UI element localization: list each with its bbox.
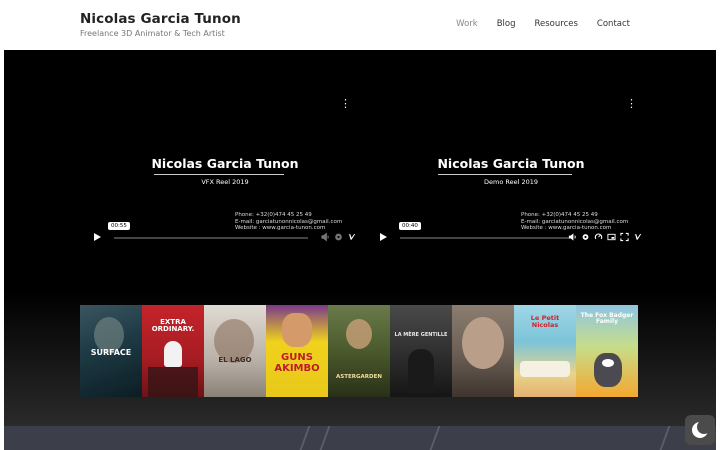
poster-la-mere-gentille[interactable]: LA MÈRE GENTILLE [390,305,452,397]
video-contact-info: Phone: +32(0)474 45 25 49 E-mail: garcia… [235,212,342,230]
player-controls [92,232,358,244]
nav-item-work[interactable]: Work [456,19,478,29]
poster-title: EXTRA ORDINARY. [151,318,195,334]
moon-icon [692,420,711,438]
video-subtitle: VFX Reel 2019 [201,178,249,186]
next-section-preview [4,426,716,450]
play-icon[interactable] [380,233,387,241]
poster-portrait[interactable] [452,305,514,397]
video-contact-info: Phone: +32(0)474 45 25 49 E-mail: garcia… [521,212,628,230]
site-subtitle: Freelance 3D Animator & Tech Artist [80,29,225,38]
video-title: Nicolas Garcia Tunon [151,156,299,171]
poster-astergarden[interactable]: ASTERGARDEN [328,305,390,397]
progress-track[interactable] [400,237,570,239]
playback-speed-icon[interactable] [594,232,603,242]
site-header: Nicolas Garcia Tunon Freelance 3D Animat… [0,0,720,50]
poster-title: SURFACE [90,348,132,357]
vimeo-logo-icon[interactable] [347,232,356,242]
nav-item-resources[interactable]: Resources [535,19,578,29]
poster-title: EL LAGO [218,356,252,364]
play-icon[interactable] [94,233,101,241]
poster-el-lago[interactable]: EL LAGO [204,305,266,397]
progress-track[interactable] [114,237,308,239]
background-stripe [299,426,311,450]
control-icons [321,232,356,242]
nav-item-blog[interactable]: Blog [497,19,516,29]
settings-gear-icon[interactable] [334,232,343,242]
fullscreen-icon[interactable] [620,232,629,242]
poster-title: The Fox Badger Family [580,312,634,326]
video-title: Nicolas Garcia Tunon [437,156,585,171]
poster-le-petit-nicolas[interactable]: Le Petit Nicolas [514,305,576,397]
brand[interactable]: Nicolas Garcia Tunon Freelance 3D Animat… [80,11,241,38]
poster-title: ASTERGARDEN [336,374,382,380]
nav-item-contact[interactable]: Contact [597,19,630,29]
kebab-menu-icon[interactable]: ⋮ [626,98,637,109]
poster-title: GUNS AKIMBO [274,352,320,374]
vimeo-logo-icon[interactable] [633,232,642,242]
picture-in-picture-icon[interactable] [607,232,616,242]
settings-gear-icon[interactable] [581,232,590,242]
poster-guns-akimbo[interactable]: GUNS AKIMBO [266,305,328,397]
background-stripe [659,426,671,450]
poster-extra-ordinary[interactable]: EXTRA ORDINARY. [142,305,204,397]
poster-title: LA MÈRE GENTILLE [394,332,448,338]
background-stripe [429,426,441,450]
player-controls [378,232,644,244]
video-player-vfx-reel[interactable]: ⋮ Nicolas Garcia Tunon VFX Reel 2019 Pho… [86,90,364,250]
video-subtitle: Demo Reel 2019 [483,178,538,186]
poster-fox-badger-family[interactable]: The Fox Badger Family [576,305,638,397]
main-nav: Work Blog Resources Contact [456,19,630,29]
poster-title: Le Petit Nicolas [530,314,560,329]
title-underline [154,174,284,175]
kebab-menu-icon[interactable]: ⋮ [340,98,351,109]
contact-website: Website : www.garcia-tunon.com [521,225,612,230]
control-icons [568,232,642,242]
poster-strip: SURFACE EXTRA ORDINARY. EL LAGO GUNS AKI… [80,305,640,397]
video-player-demo-reel[interactable]: ⋮ Nicolas Garcia Tunon Demo Reel 2019 Ph… [372,90,650,250]
volume-icon[interactable] [568,232,577,242]
title-underline [438,174,572,175]
time-tooltip: 00:55 [108,222,130,230]
poster-surface[interactable]: SURFACE [80,305,142,397]
site-title[interactable]: Nicolas Garcia Tunon [80,11,241,27]
contact-website: Website : www.garcia-tunon.com [235,225,326,230]
background-stripe [319,426,331,450]
dark-mode-toggle[interactable] [685,415,715,445]
time-tooltip: 00:40 [399,222,421,230]
volume-icon[interactable] [321,232,330,242]
